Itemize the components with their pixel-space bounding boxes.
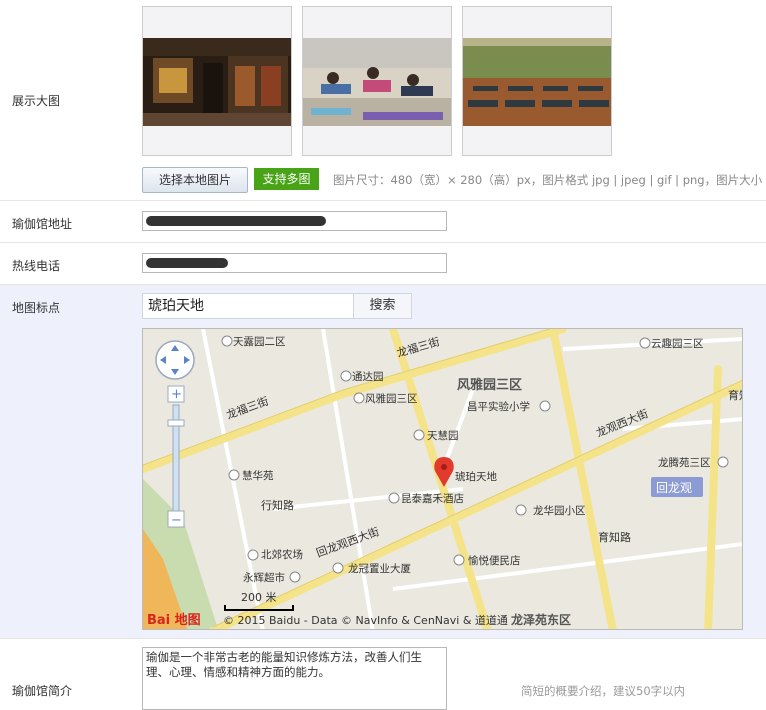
poi-label: 昆泰嘉禾酒店	[401, 492, 464, 505]
map-search-button[interactable]: 搜索	[353, 293, 412, 319]
phone-row: 热线电话	[0, 243, 766, 285]
poi-label: 云趣园三区	[651, 337, 704, 350]
poi-label: 龙冠置业大厦	[348, 562, 411, 575]
poi-label: 天慧园	[427, 429, 459, 442]
map-label: 地图标点	[12, 301, 61, 315]
map-graphics: 龙福三街 龙福三街 龙观西大街 回龙观西大街 行知路 天露园二区 云趣园三区 通…	[143, 329, 743, 629]
poi-label: 永辉超市	[243, 571, 285, 584]
image-size-hint: 图片尺寸：480（宽）× 280（高）px，图片格式 jpg | jpeg | …	[333, 173, 766, 187]
lobby-photo	[143, 38, 291, 126]
scale-label: 200 米	[241, 591, 277, 604]
phone-input[interactable]	[142, 253, 447, 273]
district-label: 风雅园三区	[457, 377, 522, 393]
poi-label: 通达园	[352, 371, 384, 383]
poi-label: 愉悦便民店	[468, 554, 521, 567]
address-input[interactable]	[142, 211, 447, 231]
poi-label: 琥珀天地	[455, 470, 497, 483]
map-canvas[interactable]: 龙福三街 龙福三街 龙观西大街 回龙观西大街 行知路 天露园二区 云趣园三区 通…	[142, 328, 743, 630]
poi-label: 龙华园小区	[533, 504, 586, 517]
gallery-image-lobby[interactable]	[142, 6, 292, 156]
phone-label: 热线电话	[12, 259, 61, 273]
map-copyright: © 2015 Baidu - Data © NavInfo & CenNavi …	[223, 613, 508, 627]
poi-label: 昌平实验小学	[467, 400, 530, 413]
gallery-image-class[interactable]	[302, 6, 452, 156]
map-search-input[interactable]: 琥珀天地	[142, 293, 354, 319]
redacted-text	[146, 216, 326, 226]
poi-label: 龙腾苑三区	[658, 456, 711, 469]
zoom-out-label[interactable]: −	[171, 513, 182, 528]
road-label: 育知路	[598, 530, 631, 544]
intro-textarea[interactable]: 瑜伽是一个非常古老的能量知识修炼方法，改善人们生理、心理、情感和精神方面的能力。	[142, 647, 447, 710]
gallery-label: 展示大图	[12, 94, 61, 108]
district-label: 龙泽苑东区	[511, 612, 571, 627]
zoom-in-label[interactable]: +	[171, 387, 182, 402]
address-label: 瑜伽馆地址	[12, 217, 73, 231]
gallery-row: 展示大图 选择本地图片 支持多图 图片尺寸：480（宽）× 280（高）px，图…	[0, 0, 766, 201]
road-label: 育知东路	[728, 388, 743, 402]
address-row: 瑜伽馆地址	[0, 201, 766, 243]
gallery-image-hall[interactable]	[462, 6, 612, 156]
yoga-hall-photo	[463, 38, 611, 126]
yoga-class-photo	[303, 38, 451, 126]
map-pan-control[interactable]	[155, 340, 195, 380]
poi-label: 风雅园三区	[365, 392, 418, 405]
intro-hint: 简短的概要介绍，建议50字以内	[521, 684, 686, 698]
select-local-image-button[interactable]: 选择本地图片	[142, 167, 248, 193]
district-badge-label: 回龙观	[656, 481, 692, 495]
redacted-text	[146, 258, 228, 268]
poi-label: 慧华苑	[242, 469, 274, 482]
baidu-logo: Bai 地图	[147, 612, 201, 628]
poi-label: 北郊农场	[261, 548, 303, 561]
multi-image-badge: 支持多图	[254, 168, 319, 190]
poi-label: 天露园二区	[233, 336, 286, 348]
road-label: 行知路	[261, 498, 294, 512]
intro-label: 瑜伽馆简介	[12, 684, 73, 698]
